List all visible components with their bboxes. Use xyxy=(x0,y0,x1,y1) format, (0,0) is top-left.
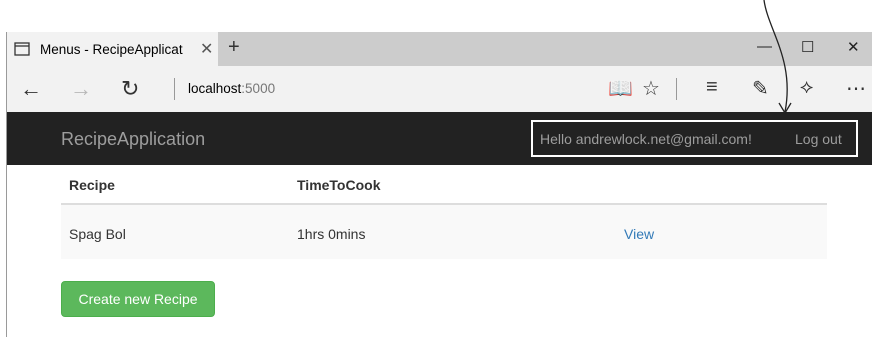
cook-time-cell: 1hrs 0mins xyxy=(297,226,366,242)
column-header-timetocook: TimeToCook xyxy=(297,177,381,193)
logout-link[interactable]: Log out xyxy=(795,131,842,147)
table-row xyxy=(61,205,827,259)
recipe-name-cell: Spag Bol xyxy=(69,226,126,242)
view-link[interactable]: View xyxy=(624,226,654,242)
create-recipe-button[interactable]: Create new Recipe xyxy=(61,281,215,317)
column-header-recipe: Recipe xyxy=(69,177,115,193)
site-brand[interactable]: RecipeApplication xyxy=(61,129,205,150)
user-greeting[interactable]: Hello andrewlock.net@gmail.com! xyxy=(540,131,752,147)
